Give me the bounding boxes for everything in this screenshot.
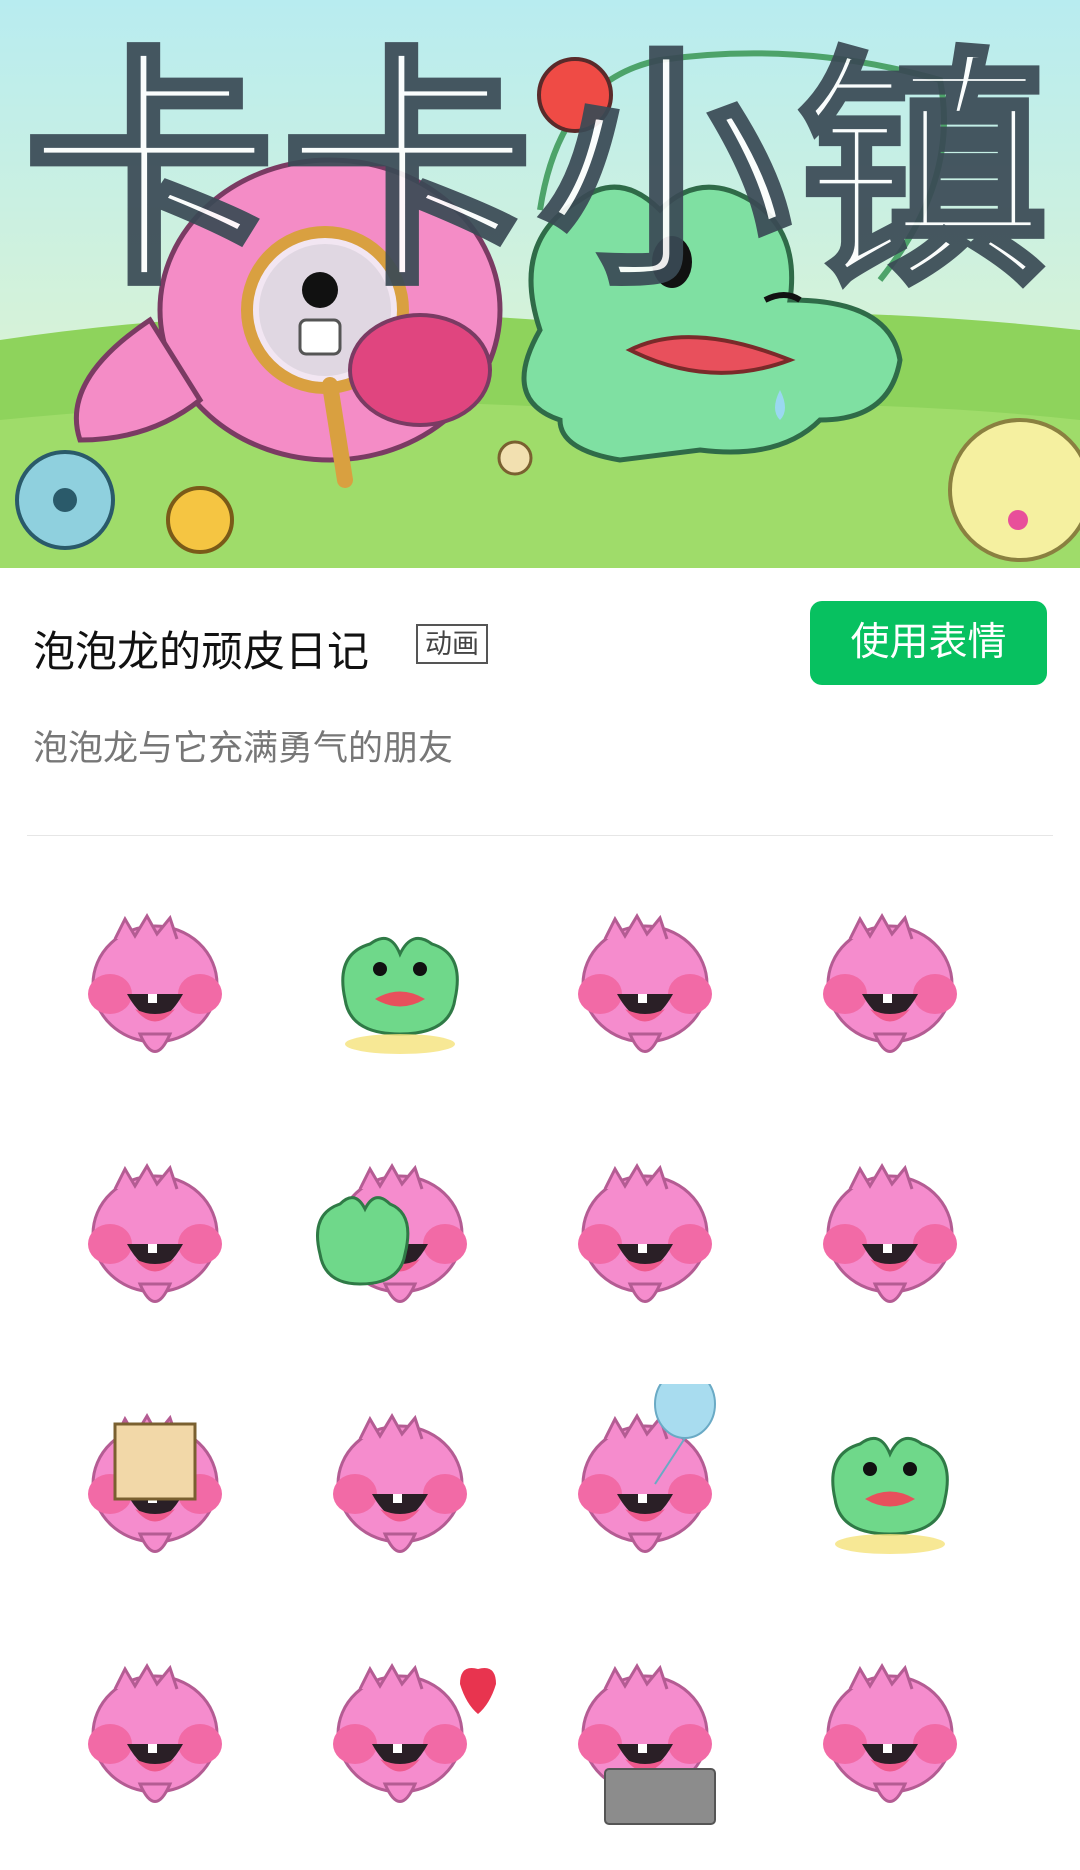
banner-image: 卡卡小镇 [0, 0, 1080, 568]
green-frog-icon [341, 936, 459, 1054]
pack-title: 泡泡龙的顽皮日记 [33, 627, 370, 676]
divider [27, 835, 1053, 836]
sticker-laughing-lying[interactable] [55, 884, 255, 1084]
sticker-laughing-with-fork[interactable] [55, 1134, 255, 1334]
dragon-and-frog-icon [316, 1163, 467, 1303]
sticker-waving[interactable] [545, 1134, 745, 1334]
banner-title-art: 卡卡小镇 [21, 27, 1056, 318]
green-frog-icon [831, 1436, 949, 1554]
pink-dragon-icon [578, 1163, 712, 1303]
pink-dragon-icon [578, 1384, 716, 1553]
pack-description: 泡泡龙与它充满勇气的朋友 [33, 729, 454, 769]
sticker-singing[interactable] [300, 1384, 500, 1584]
pink-dragon-icon [823, 1663, 957, 1803]
sticker-sitting-with-apple[interactable] [300, 884, 500, 1084]
sticker-peeking[interactable] [545, 884, 745, 1084]
animated-tag: 动画 [416, 624, 488, 664]
sticker-cheering[interactable] [790, 1134, 990, 1334]
pink-dragon-icon [823, 1163, 957, 1303]
use-sticker-button[interactable]: 使用表情 [810, 601, 1047, 685]
sticker-shouting-ah[interactable] [790, 1634, 990, 1834]
pink-dragon-icon [578, 913, 712, 1053]
sticker-hugging[interactable] [300, 1134, 500, 1334]
pink-dragon-icon [578, 1663, 716, 1825]
pink-dragon-icon [333, 1663, 496, 1803]
pink-dragon-icon [823, 913, 957, 1053]
sticker-lying-down[interactable] [790, 1384, 990, 1584]
pink-dragon-icon [88, 1163, 222, 1303]
sticker-holding-sign[interactable] [55, 1384, 255, 1584]
sticker-falling[interactable] [55, 1634, 255, 1834]
pink-dragon-icon [88, 1663, 222, 1803]
sticker-with-heart[interactable] [300, 1634, 500, 1834]
sticker-shaking-laugh[interactable] [790, 884, 990, 1084]
pink-dragon-icon [333, 1413, 467, 1553]
pack-info: 泡泡龙的顽皮日记 动画 使用表情 泡泡龙与它充满勇气的朋友 [0, 568, 1080, 836]
pink-dragon-icon [88, 913, 222, 1053]
sticker-with-laptop[interactable] [545, 1634, 745, 1834]
pink-dragon-icon [88, 1413, 222, 1553]
sticker-with-balloon[interactable] [545, 1384, 745, 1584]
